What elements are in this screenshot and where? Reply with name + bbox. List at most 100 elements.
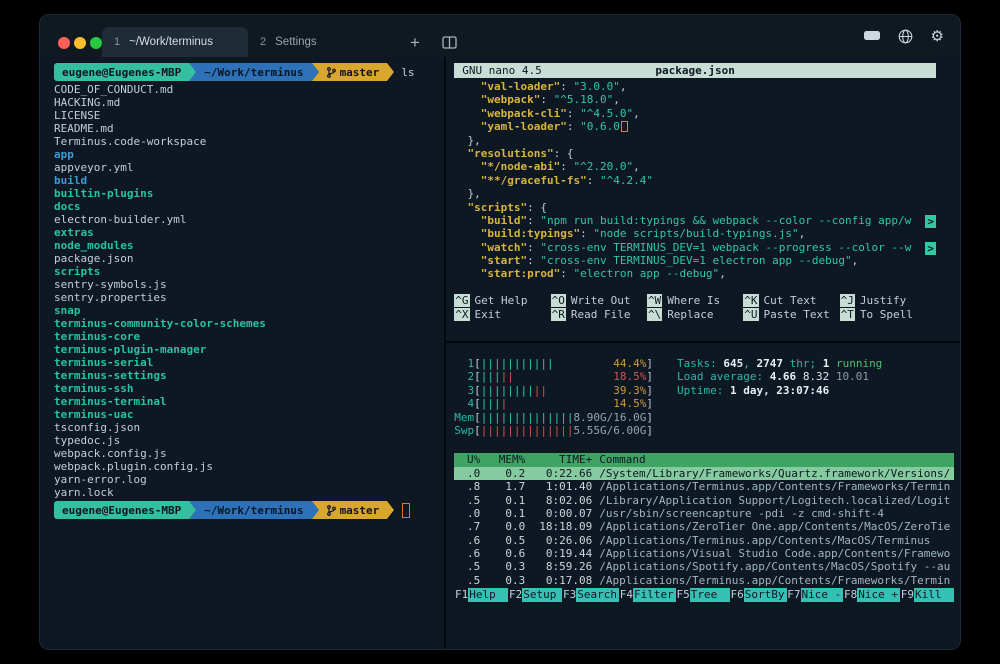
htop-fkey[interactable]: F2Setup — [508, 588, 562, 601]
nano-shortcut[interactable]: ^OWrite Out — [551, 294, 647, 308]
nano-shortcut[interactable]: ^GGet Help — [454, 294, 550, 308]
prompt-line-top: eugene@Eugenes-MBP ~/Work/terminus maste… — [54, 63, 444, 81]
file-entry: builtin-plugins — [54, 187, 444, 200]
tab-number: 1 — [114, 36, 120, 48]
process-command: /Applications/Spotify.app/Contents/MacOS… — [599, 560, 954, 573]
shortcut-key: ^W — [647, 294, 662, 307]
prompt-line-bottom: eugene@Eugenes-MBP ~/Work/terminus maste… — [54, 501, 444, 519]
tab-title: Settings — [275, 36, 317, 48]
ls-output: CODE_OF_CONDUCT.mdHACKING.mdLICENSEREADM… — [54, 83, 444, 499]
nano-shortcut[interactable]: ^KCut Text — [743, 294, 839, 308]
file-entry: sentry.properties — [54, 291, 444, 304]
prompt-user-segment: eugene@Eugenes-MBP — [54, 63, 189, 81]
file-entry: LICENSE — [54, 109, 444, 122]
process-command: /Applications/Terminus.app/Contents/Fram… — [599, 480, 954, 493]
process-mem: 0.3 — [487, 560, 525, 573]
htop-fkey[interactable]: F8Nice + — [843, 588, 900, 601]
fkey-number: F2 — [508, 588, 522, 601]
htop-fkey[interactable]: F7Nice - — [787, 588, 844, 601]
shortcut-key: ^J — [840, 294, 855, 307]
file-entry: electron-builder.yml — [54, 213, 444, 226]
nano-shortcut[interactable]: ^U Paste Text — [743, 308, 839, 322]
shortcut-key: ^U — [743, 308, 758, 321]
globe-icon[interactable] — [898, 29, 913, 44]
shortcut-label: Justify — [860, 294, 906, 307]
minimize-button[interactable] — [74, 37, 86, 49]
process-table-header[interactable]: U% MEM% TIME+ Command — [454, 453, 954, 466]
dock-indicator-icon[interactable] — [864, 27, 880, 45]
nano-shortcut[interactable]: ^W Where Is — [647, 294, 743, 308]
nano-version-label: GNU nano 4.5 — [462, 64, 541, 77]
file-entry: terminus-uac — [54, 408, 444, 421]
shell-terminal-pane[interactable]: eugene@Eugenes-MBP ~/Work/terminus maste… — [40, 57, 444, 650]
settings-gear-icon[interactable]: ⚙ — [931, 29, 944, 44]
process-row[interactable]: .6 0.6 0:19.44 /Applications/Visual Stud… — [454, 547, 954, 560]
fkey-label: Kill — [914, 588, 954, 601]
nano-shortcut[interactable]: ^\Replace — [647, 308, 743, 322]
file-entry: extras — [54, 226, 444, 239]
process-time: 8:02.06 — [532, 494, 592, 507]
process-mem: 0.1 — [487, 494, 525, 507]
process-command: /Applications/Terminus.app/Contents/MacO… — [599, 534, 954, 547]
process-row[interactable]: .8 1.7 1:01.40 /Applications/Terminus.ap… — [454, 480, 954, 493]
fkey-number: F8 — [843, 588, 857, 601]
powerline-arrow — [189, 501, 196, 519]
split-pane-icon[interactable] — [442, 36, 457, 49]
nano-shortcut-bar: ^GGet Help ^OWrite Out ^W Where Is ^KCut … — [454, 294, 936, 322]
shortcut-label: Paste Text — [764, 308, 830, 321]
zoom-button[interactable] — [90, 37, 102, 49]
titlebar[interactable]: 1 ~/Work/terminus 2 Settings + ⚙ — [40, 15, 960, 57]
file-entry: package.json — [54, 252, 444, 265]
fkey-label: Search — [576, 588, 619, 601]
nano-shortcut[interactable]: ^TTo Spell — [840, 308, 936, 322]
htop-fkey[interactable]: F3Search — [562, 588, 619, 601]
close-button[interactable] — [58, 37, 70, 49]
shortcut-label: Replace — [667, 308, 713, 321]
process-row[interactable]: .5 0.3 0:17.08 /Applications/Terminus.ap… — [454, 574, 954, 587]
prompt-git-segment: master — [319, 63, 388, 81]
htop-pane[interactable]: 1[||||||||||| 44.4%] 2[||||| 18.5%] 3[||… — [446, 343, 960, 650]
nano-shortcut[interactable]: ^XExit — [454, 308, 550, 322]
process-mem: 0.6 — [487, 547, 525, 560]
fkey-number: F7 — [787, 588, 801, 601]
titlebar-right-icons: ⚙ — [864, 15, 944, 57]
file-entry: README.md — [54, 122, 444, 135]
process-mem: 0.5 — [487, 534, 525, 547]
process-cpu: .0 — [454, 507, 480, 520]
shortcut-label: Exit — [475, 308, 502, 321]
nano-shortcut[interactable]: ^J Justify — [840, 294, 936, 308]
tab[interactable]: 1 ~/Work/terminus — [102, 27, 248, 57]
process-cpu: .6 — [454, 547, 480, 560]
prompt-user-segment: eugene@Eugenes-MBP — [54, 501, 189, 519]
process-time: 0:19.44 — [532, 547, 592, 560]
htop-fkey[interactable]: F6SortBy — [730, 588, 787, 601]
nano-editor-pane[interactable]: GNU nano 4.5 package.json "val-loader": … — [446, 57, 960, 341]
htop-fkey[interactable]: F5Tree — [676, 588, 730, 601]
shortcut-label: Where Is — [667, 294, 720, 307]
htop-fkey[interactable]: F1Help — [454, 588, 508, 601]
process-mem: 1.7 — [487, 480, 525, 493]
shortcut-key: ^K — [743, 294, 758, 307]
col-cpu: U% — [454, 453, 480, 466]
powerline-arrow — [189, 63, 196, 81]
process-row[interactable]: .7 0.0 18:18.09 /Applications/ZeroTier O… — [454, 520, 954, 533]
file-entry: terminus-settings — [54, 369, 444, 382]
htop-stats: Tasks: 645, 2747 thr; 1 runningLoad aver… — [677, 357, 882, 437]
shortcut-label: To Spell — [860, 308, 913, 321]
htop-fkey[interactable]: F4Filter — [619, 588, 676, 601]
process-row[interactable]: .0 0.1 0:00.07 /usr/sbin/screencapture -… — [454, 507, 954, 520]
process-time: 0:26.06 — [532, 534, 592, 547]
htop-fkey[interactable]: F9Kill — [900, 588, 954, 601]
nano-shortcut[interactable]: ^RRead File — [551, 308, 647, 322]
fkey-number: F6 — [730, 588, 744, 601]
process-row[interactable]: .6 0.5 0:26.06 /Applications/Terminus.ap… — [454, 534, 954, 547]
process-row[interactable]: .5 0.3 8:59.26 /Applications/Spotify.app… — [454, 560, 954, 573]
process-command: /Applications/ZeroTier One.app/Contents/… — [599, 520, 954, 533]
fkey-label: Help — [468, 588, 508, 601]
process-row[interactable]: .5 0.1 8:02.06 /Library/Application Supp… — [454, 494, 954, 507]
terminus-window: 1 ~/Work/terminus 2 Settings + ⚙ — [39, 14, 961, 650]
tab[interactable]: 2 Settings — [248, 27, 394, 57]
shortcut-label: Read File — [571, 308, 631, 321]
new-tab-button[interactable]: + — [410, 33, 420, 53]
process-row[interactable]: .0 0.2 0:22.66 /System/Library/Framework… — [454, 467, 954, 480]
